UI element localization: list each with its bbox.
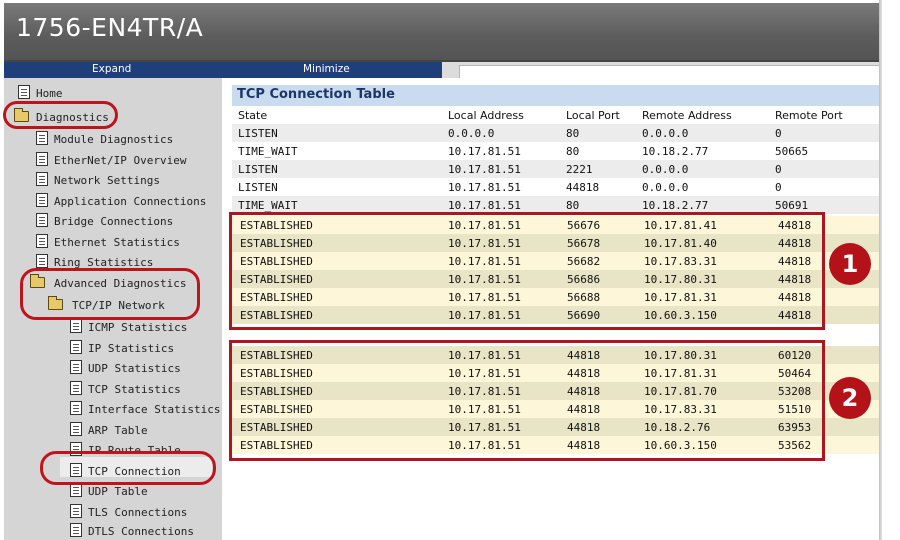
table-row: TIME_WAIT 10.17.81.51 80 10.18.2.77 5066… [238, 145, 809, 158]
callout-badge-2: 2 [829, 377, 871, 419]
page-icon [36, 172, 48, 186]
page-icon [36, 213, 48, 227]
table-title-bar: TCP Connection Table [232, 85, 882, 106]
table-title: TCP Connection Table [237, 87, 395, 102]
page-icon [36, 193, 48, 207]
column-header-remote-address: Remote Address [642, 109, 732, 122]
table-row: ESTABLISHED 10.17.81.51 44818 10.17.80.3… [232, 346, 882, 364]
table-row: LISTEN 10.17.81.51 44818 0.0.0.0 0 [238, 181, 782, 194]
page-icon [70, 381, 82, 395]
minimize-button[interactable]: Minimize [303, 63, 350, 75]
page-icon [36, 131, 48, 145]
top-strip [442, 62, 884, 78]
page-icon [36, 152, 48, 166]
table-row: ESTABLISHED 10.17.81.51 56686 10.17.80.3… [232, 270, 882, 288]
window-title: 1756-EN4TR/A [16, 13, 204, 42]
table-header-row: State Local Address Local Port Remote Ad… [232, 106, 882, 124]
page-icon [70, 523, 82, 537]
table-row: ESTABLISHED 10.17.81.51 44818 10.60.3.15… [232, 436, 882, 454]
table-row: TIME_WAIT 10.17.81.51 80 10.18.2.77 5069… [232, 196, 882, 214]
page-icon [70, 401, 82, 415]
callout-badge-1: 1 [829, 243, 871, 285]
folder-open-icon [30, 274, 45, 288]
table-row: ESTABLISHED 10.17.81.51 44818 10.17.81.3… [232, 364, 882, 382]
column-header-remote-port: Remote Port [775, 109, 843, 122]
nav-bar: Expand Minimize [4, 62, 442, 78]
table-row: ESTABLISHED 10.17.81.51 44818 10.17.83.3… [232, 400, 882, 418]
table-row: LISTEN 10.17.81.51 2221 0.0.0.0 0 [232, 160, 882, 178]
page-icon [70, 360, 82, 374]
folder-open-icon [48, 296, 63, 310]
page-icon [36, 234, 48, 248]
folder-open-icon [14, 108, 29, 122]
table-row: ESTABLISHED 10.17.81.51 56688 10.17.81.3… [232, 288, 882, 306]
table-row: ESTABLISHED 10.17.81.51 56678 10.17.81.4… [232, 234, 882, 252]
table-row: ESTABLISHED 10.17.81.51 44818 10.17.81.7… [232, 382, 882, 400]
table-row: ESTABLISHED 10.17.81.51 56690 10.60.3.15… [232, 306, 882, 324]
column-header-state: State [238, 109, 268, 122]
page-icon [70, 483, 82, 497]
table-row: LISTEN 0.0.0.0 80 0.0.0.0 0 [232, 124, 882, 142]
page-icon [70, 442, 82, 456]
torn-edge [882, 0, 900, 540]
page-icon [70, 319, 82, 333]
table-row: ESTABLISHED 10.17.81.51 44818 10.18.2.76… [232, 418, 882, 436]
page-icon [18, 85, 30, 99]
page-icon [70, 422, 82, 436]
page-icon [70, 504, 82, 518]
table-row: ESTABLISHED 10.17.81.51 56676 10.17.81.4… [232, 216, 882, 234]
column-header-local-address: Local Address [448, 109, 524, 122]
title-bar: 1756-EN4TR/A [4, 3, 880, 62]
column-header-local-port: Local Port [566, 109, 620, 122]
page-icon [36, 254, 48, 268]
table-row: ESTABLISHED 10.17.81.51 56682 10.17.83.3… [232, 252, 882, 270]
page-icon [70, 463, 82, 477]
expand-button[interactable]: Expand [92, 63, 131, 75]
page-icon [70, 340, 82, 354]
